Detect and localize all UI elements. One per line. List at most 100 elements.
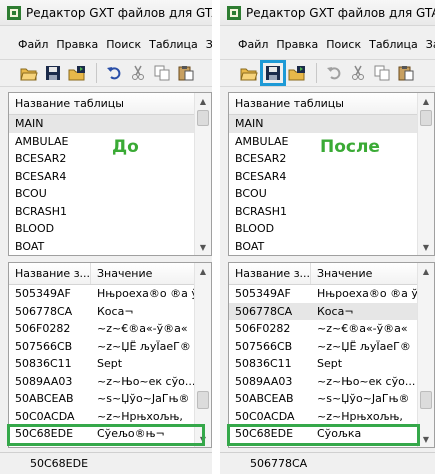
table-row[interactable]: BCOU: [9, 185, 194, 203]
tables-list[interactable]: Название таблицы MAIN AMBULAE BCESAR2 BC…: [228, 92, 435, 256]
window-title: Редактор GXT файлов для GTA: Sa: [26, 5, 212, 20]
menu-table[interactable]: Таблица: [145, 38, 202, 51]
entries-list[interactable]: Название з... Значение 505349AF Нњроеха®о…: [8, 262, 212, 448]
undo-icon[interactable]: [323, 62, 345, 84]
menu-record[interactable]: Запи: [202, 38, 212, 51]
status-text: 506778CA: [250, 457, 308, 470]
table-row[interactable]: BCRASH1: [9, 203, 194, 221]
save-as-icon[interactable]: [66, 62, 88, 84]
entry-row[interactable]: 5089AA03 ~z~Њо~ек сўо...: [229, 373, 417, 391]
table-row[interactable]: BLOOD: [9, 220, 194, 238]
tables-scrollbar[interactable]: ▲ ▼: [417, 93, 434, 255]
tables-list[interactable]: Название таблицы MAIN AMBULAE BCESAR2 BC…: [8, 92, 212, 256]
save-icon[interactable]: [42, 62, 64, 84]
menu-edit[interactable]: Правка: [52, 38, 102, 51]
column-table-name[interactable]: Название таблицы: [9, 93, 196, 114]
entry-row[interactable]: 506F0282 ~z~€®а«-ў®а«: [9, 320, 194, 338]
status-bar: 50C68EDE: [0, 452, 212, 474]
menu-edit[interactable]: Правка: [272, 38, 322, 51]
menu-file[interactable]: Файл: [0, 38, 52, 51]
open-folder-icon[interactable]: [238, 62, 260, 84]
entry-row[interactable]: 506778CA Коса¬: [229, 302, 417, 320]
scroll-thumb[interactable]: [420, 110, 432, 126]
entries-scrollbar[interactable]: ▲ ▼: [194, 263, 211, 447]
column-value[interactable]: Значение: [311, 263, 419, 284]
scroll-thumb[interactable]: [420, 391, 432, 409]
menu-file[interactable]: Файл: [220, 38, 272, 51]
column-entry-name[interactable]: Название з...: [9, 263, 91, 284]
scroll-down-arrow-icon[interactable]: ▼: [418, 431, 434, 447]
table-row[interactable]: BS: [229, 255, 417, 256]
entry-row[interactable]: 50836C11 Sept: [9, 355, 194, 373]
entries-scrollbar[interactable]: ▲ ▼: [417, 263, 434, 447]
table-row[interactable]: BOAT: [229, 238, 417, 256]
table-row[interactable]: BCOU: [229, 185, 417, 203]
window-title: Редактор GXT файлов для GTA: Sa: [246, 5, 435, 20]
entry-row[interactable]: 50836C11 Sept: [229, 355, 417, 373]
before-label: До: [112, 137, 139, 157]
cut-icon[interactable]: [347, 62, 369, 84]
scroll-thumb[interactable]: [197, 391, 209, 409]
menu-bar: Файл Правка Поиск Таблица Запи: [0, 35, 212, 53]
highlight-box: [227, 424, 420, 446]
entry-row[interactable]: 50ABCEAB ~s~Џўо~ЈаГњ®: [229, 390, 417, 408]
entry-row[interactable]: 5089AA03 ~z~Њо~ек сўо...: [9, 373, 194, 391]
entry-row[interactable]: 506778CA Коса¬: [9, 303, 194, 321]
entry-row[interactable]: 507566CB ~z~ЏЁ љуЇаеГ®: [9, 338, 194, 356]
save-as-icon[interactable]: [286, 62, 308, 84]
scroll-down-arrow-icon[interactable]: ▼: [418, 239, 434, 255]
paste-icon[interactable]: [395, 62, 417, 84]
entry-row[interactable]: 50C0ACDA ~z~Нрњхољњ,: [229, 408, 417, 426]
cut-icon[interactable]: [127, 62, 149, 84]
column-entry-name[interactable]: Название з...: [229, 263, 311, 284]
tables-scrollbar[interactable]: ▲ ▼: [194, 93, 211, 255]
menu-table[interactable]: Таблица: [365, 38, 422, 51]
menu-record[interactable]: Запи: [422, 38, 435, 51]
scroll-up-arrow-icon[interactable]: ▲: [195, 93, 211, 109]
copy-icon[interactable]: [371, 62, 393, 84]
table-row[interactable]: BCRASH1: [229, 203, 417, 221]
open-folder-icon[interactable]: [18, 62, 40, 84]
table-row[interactable]: BLOOD: [229, 220, 417, 238]
entry-row[interactable]: 50ABCEAB ~s~Џўо~ЈаГњ®: [9, 390, 194, 408]
entry-row[interactable]: 505349AFНњроеха®о ®а ў...: [9, 285, 194, 303]
scroll-up-arrow-icon[interactable]: ▲: [418, 93, 434, 109]
column-value[interactable]: Значение: [91, 263, 196, 284]
tables-header[interactable]: Название таблицы: [9, 93, 211, 115]
paste-icon[interactable]: [175, 62, 197, 84]
status-bar: 506778CA: [220, 452, 435, 474]
table-row[interactable]: MAIN: [229, 115, 417, 133]
table-row[interactable]: BS: [9, 255, 194, 256]
column-table-name[interactable]: Название таблицы: [229, 93, 419, 114]
window-after: Редактор GXT файлов для GTA: Sa Файл Пра…: [220, 0, 435, 474]
table-row[interactable]: BCESAR4: [9, 168, 194, 186]
toolbar: [0, 59, 212, 87]
tables-header[interactable]: Название таблицы: [229, 93, 434, 115]
copy-icon[interactable]: [151, 62, 173, 84]
entries-list[interactable]: Название з... Значение 505349AF Нњроеха®о…: [228, 262, 435, 448]
menu-bar: Файл Правка Поиск Таблица Запи: [220, 35, 435, 53]
menu-search[interactable]: Поиск: [102, 38, 145, 51]
title-bar: Редактор GXT файлов для GTA: Sa: [0, 0, 212, 26]
table-row[interactable]: MAIN: [9, 115, 194, 133]
table-row[interactable]: BCESAR2: [9, 150, 194, 168]
table-row[interactable]: BCESAR4: [229, 168, 417, 186]
toolbar-separator: [96, 63, 97, 83]
title-bar: Редактор GXT файлов для GTA: Sa: [220, 0, 435, 26]
table-row[interactable]: AMBULAE: [9, 133, 194, 151]
scroll-thumb[interactable]: [197, 110, 209, 126]
undo-icon[interactable]: [103, 62, 125, 84]
entries-header: Название з... Значение: [229, 263, 434, 285]
entry-row[interactable]: 505349AFНњроеха®о ®а ў...: [229, 285, 417, 303]
scroll-up-arrow-icon[interactable]: ▲: [418, 263, 434, 279]
entry-row[interactable]: 50C0ACDA ~z~Нрњхољњ,: [9, 408, 194, 426]
scroll-down-arrow-icon[interactable]: ▼: [195, 239, 211, 255]
entries-header: Название з... Значение: [9, 263, 211, 285]
menu-search[interactable]: Поиск: [322, 38, 365, 51]
entry-row[interactable]: 506F0282 ~z~€®а«-ў®а«: [229, 320, 417, 338]
save-icon[interactable]: [260, 60, 286, 86]
window-before: Редактор GXT файлов для GTA: Sa Файл Пра…: [0, 0, 212, 474]
entry-row[interactable]: 507566CB ~z~ЏЁ љуЇаеГ®: [229, 338, 417, 356]
scroll-up-arrow-icon[interactable]: ▲: [195, 263, 211, 279]
table-row[interactable]: BOAT: [9, 238, 194, 256]
